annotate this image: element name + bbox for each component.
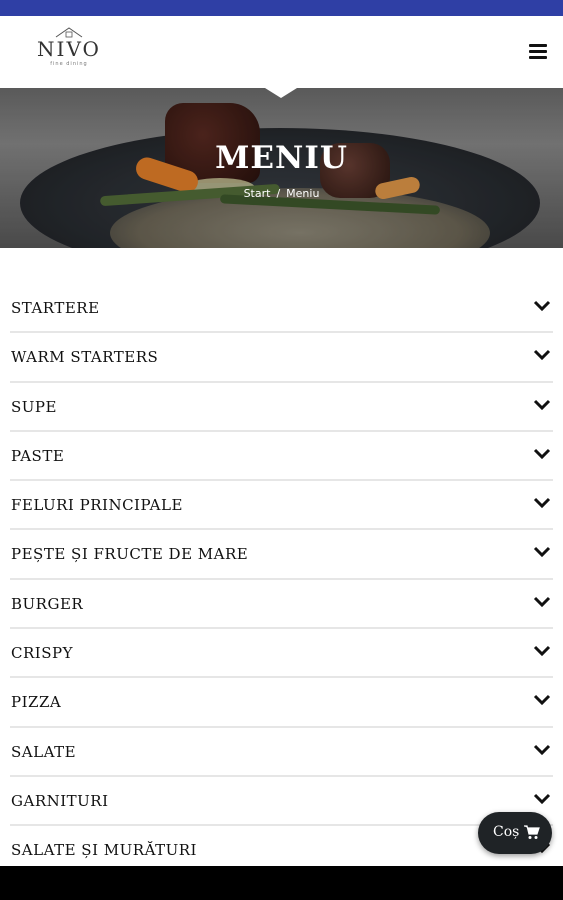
chevron-down-icon [533, 300, 551, 312]
chevron-down-icon [533, 596, 551, 607]
category-label: SALATE [11, 742, 77, 761]
breadcrumb-separator: / [276, 187, 281, 200]
site-header: NIVO fine dining [0, 16, 563, 88]
category-supe[interactable]: SUPE [10, 383, 553, 432]
category-salate[interactable]: SALATE [10, 728, 553, 777]
category-feluri-principale[interactable]: FELURI PRINCIPALE [10, 481, 553, 531]
category-label: WARM STARTERS [11, 348, 159, 367]
category-startere[interactable]: STARTERE [10, 284, 553, 334]
category-peste-si-fructe-de-mare[interactable]: PEȘTE ȘI FRUCTE DE MARE [10, 530, 553, 580]
category-label: PIZZA [11, 693, 62, 712]
chevron-down-icon [533, 695, 551, 706]
category-label: GARNITURI [11, 791, 109, 810]
page-title: MENIU [215, 140, 348, 176]
category-warm-starters[interactable]: WARM STARTERS [10, 333, 553, 383]
cart-button[interactable]: Coș [478, 812, 552, 854]
category-label: STARTERE [11, 299, 100, 317]
menu-category-list: STARTERE WARM STARTERS SUPE PASTE FELURI… [10, 284, 553, 876]
chevron-down-icon [533, 448, 551, 460]
shopping-cart-icon [524, 825, 540, 839]
cart-label: Coș [493, 824, 520, 840]
chevron-down-icon [533, 646, 551, 657]
category-label: CRISPY [11, 644, 73, 663]
category-garnituri[interactable]: GARNITURI [10, 777, 553, 827]
chevron-down-icon [533, 744, 551, 755]
category-label: FELURI PRINCIPALE [11, 496, 183, 515]
logo-text: NIVO [37, 37, 101, 61]
category-label: BURGER [11, 594, 84, 613]
hamburger-icon[interactable] [529, 44, 547, 60]
category-label: SUPE [11, 397, 57, 416]
category-label: PEȘTE ȘI FRUCTE DE MARE [11, 545, 249, 564]
category-label: PASTE [11, 446, 65, 465]
nivo-logo[interactable]: NIVO fine dining [34, 26, 104, 78]
breadcrumb: Start / Meniu [0, 187, 563, 200]
category-burger[interactable]: BURGER [10, 580, 553, 630]
chevron-down-icon [533, 498, 551, 509]
system-navigation-bar [0, 866, 563, 900]
breadcrumb-current: Meniu [286, 187, 320, 200]
chevron-down-icon [533, 547, 551, 558]
category-crispy[interactable]: CRISPY [10, 629, 553, 679]
chevron-down-icon [533, 793, 551, 805]
status-bar [0, 0, 563, 16]
category-label: SALATE ȘI MURĂTURI [11, 841, 197, 860]
category-pizza[interactable]: PIZZA [10, 678, 553, 728]
logo-subtext: fine dining [50, 61, 88, 67]
chevron-down-icon [533, 399, 551, 410]
category-paste[interactable]: PASTE [10, 432, 553, 482]
breadcrumb-home[interactable]: Start [244, 187, 271, 200]
chevron-down-icon [533, 350, 551, 361]
hero-banner: MENIU Start / Meniu [0, 88, 563, 248]
